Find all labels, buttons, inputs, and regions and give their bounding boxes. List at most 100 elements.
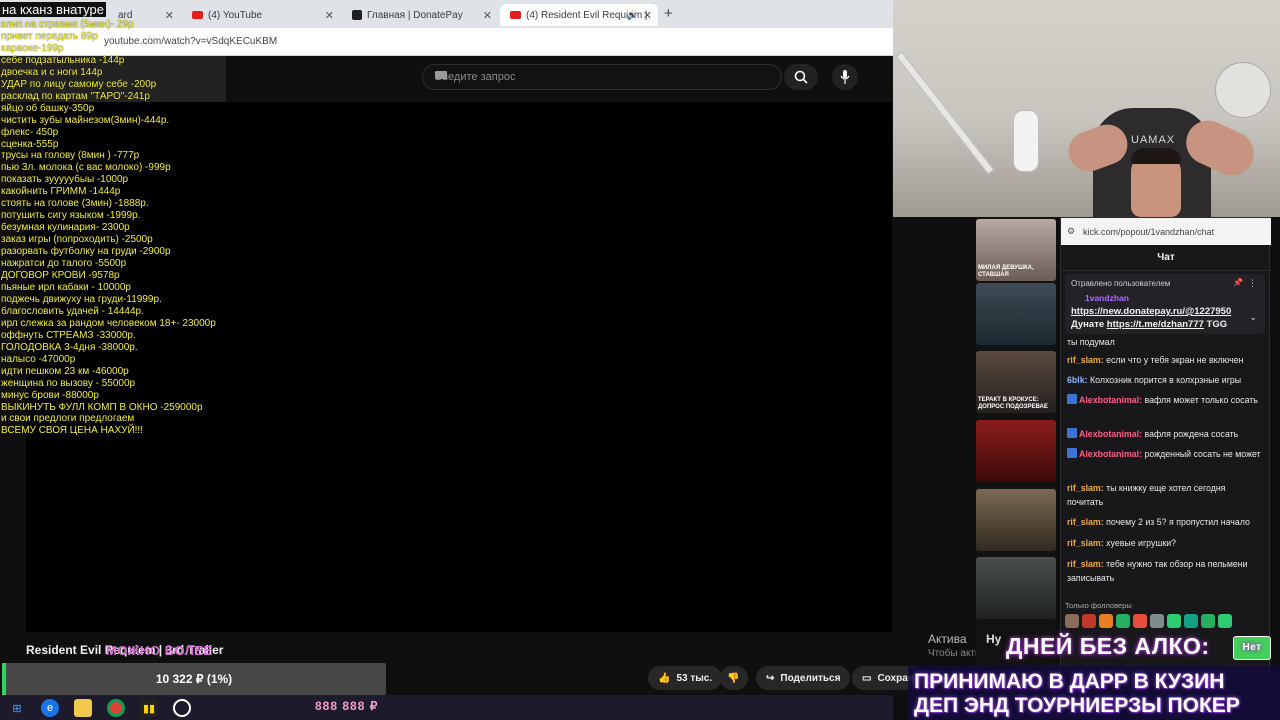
- chat-message: Alexbotanimal: вафля может только сосать: [1067, 394, 1263, 408]
- speaker-icon[interactable]: 🔊: [627, 10, 638, 21]
- emote-icon[interactable]: [1099, 614, 1113, 628]
- pinned-link[interactable]: https://new.donatepay.ru/@1227950: [1071, 306, 1231, 317]
- video-thumb[interactable]: МИЛАЯ ДЕВУШКА, СТАВШАЯ: [976, 219, 1056, 281]
- voice-search-button[interactable]: [832, 64, 858, 90]
- donation-item: разорвать футболку на груди -2900р: [1, 246, 171, 258]
- thumb-caption: ТЕРАКТ В КРОКУСЕ: ДОПРОС ПОДОЗРЕВАЕ: [978, 397, 1048, 410]
- pinned-message: Отравлено пользователем 📌 ⋮ 1vandzhan ht…: [1065, 274, 1265, 334]
- video-thumb[interactable]: [976, 489, 1056, 551]
- donation-item: двоечка и с ноги 144р: [1, 66, 103, 78]
- thumbs-down-icon: 👎: [727, 672, 740, 684]
- thumb-caption: МИЛАЯ ДЕВУШКА, СТАВШАЯ: [978, 265, 1034, 278]
- share-button[interactable]: ↪ Поделиться: [756, 666, 851, 690]
- chat-username[interactable]: Alexbotanimal:: [1079, 449, 1142, 459]
- chat-text: рожденный сосать не может: [1144, 449, 1261, 459]
- donation-item: минус брови -88000р: [1, 389, 99, 401]
- subscriber-badge-icon: [1067, 448, 1077, 458]
- chat-message: rif_slam: ты книжку еще хотел сегодня по…: [1067, 482, 1263, 509]
- close-icon[interactable]: ✕: [325, 9, 334, 22]
- donation-item: клип на стреаме (5мин)- 29р: [1, 19, 134, 30]
- donation-item: расклад по картам "ТАРО"-241р: [1, 90, 150, 102]
- donation-item: ГОЛОДОВКА 3-4дня -38000р.: [1, 341, 138, 353]
- donation-item: привет передать 89р: [1, 30, 98, 42]
- chair-brand: UAMAX: [1131, 134, 1176, 146]
- share-label: Поделиться: [780, 672, 841, 684]
- keyboard-icon[interactable]: [435, 71, 447, 79]
- subscriber-badge-icon: [1067, 394, 1077, 404]
- search-placeholder: Введите запрос: [435, 71, 516, 83]
- search-input[interactable]: Введите запрос: [422, 64, 782, 90]
- donation-item: пью 3л. молока (с вас молоко) -999р: [1, 162, 171, 174]
- search-button[interactable]: [784, 64, 818, 90]
- mic-icon: [840, 70, 850, 84]
- tab-label: (4) YouTube: [208, 9, 263, 21]
- donation-item: караоке-199р: [1, 42, 64, 54]
- emote-icon[interactable]: [1167, 614, 1181, 628]
- chat-username[interactable]: rif_slam:: [1067, 517, 1104, 527]
- pinned-label: Отравлено пользователем: [1071, 279, 1171, 288]
- chat-text: ты подумал: [1067, 337, 1115, 347]
- chat-text: хуевые игрушки?: [1106, 538, 1177, 548]
- chat-username[interactable]: rif_slam:: [1067, 538, 1104, 548]
- new-tab-icon[interactable]: +: [664, 5, 673, 22]
- emote-icon[interactable]: [1184, 614, 1198, 628]
- chat-text: вафля рождена сосать: [1144, 429, 1239, 439]
- chevron-down-icon[interactable]: ⌄: [1249, 312, 1257, 323]
- windows-start-icon[interactable]: ⊞: [8, 699, 26, 717]
- tab-resident-evil[interactable]: (4) Resident Evil Requiem | 🔊 ✕: [500, 4, 658, 26]
- goal-text: 10 322 ₽ (1%): [155, 672, 233, 686]
- dislike-button[interactable]: 👎: [720, 666, 748, 690]
- video-recommendations: МИЛАЯ ДЕВУШКА, СТАВШАЯ ТЕРАКТ В КРОКУСЕ:…: [976, 217, 1056, 680]
- overlay-caption: МОЖНО БОЛЕЕ: [106, 643, 213, 658]
- chat-username[interactable]: rif_slam:: [1067, 355, 1104, 365]
- chat-text: вафля может только сосать: [1144, 395, 1258, 405]
- donation-item: чистить зубы майнезом(3мин)-444р.: [1, 114, 170, 126]
- edge-icon[interactable]: e: [41, 699, 59, 717]
- donation-item: себе подзатыльника -144р: [1, 54, 125, 66]
- pin-icon[interactable]: 📌: [1233, 278, 1243, 287]
- emote-icon[interactable]: [1082, 614, 1096, 628]
- emote-icon[interactable]: [1218, 614, 1232, 628]
- pinned-user[interactable]: 1vandzhan: [1085, 293, 1129, 303]
- video-thumb[interactable]: ТЕРАКТ В КРОКУСЕ: ДОПРОС ПОДОЗРЕВАЕ: [976, 351, 1056, 413]
- chat-username[interactable]: Alexbotanimal:: [1079, 429, 1142, 439]
- youtube-icon: [192, 11, 203, 19]
- app-icon[interactable]: ▮▮: [140, 699, 158, 717]
- video-thumb[interactable]: [976, 283, 1056, 345]
- pinned-prefix: Дунате: [1071, 319, 1105, 330]
- site-settings-icon[interactable]: ⚙: [1067, 226, 1075, 237]
- tab-donatepay[interactable]: Главная | DonatePay ✕: [342, 4, 498, 26]
- emote-icon[interactable]: [1065, 614, 1079, 628]
- close-icon[interactable]: ✕: [483, 9, 492, 22]
- folder-icon[interactable]: [74, 699, 92, 717]
- emote-icon[interactable]: [1133, 614, 1147, 628]
- like-button[interactable]: 👍 53 тыс.: [648, 666, 723, 690]
- chat-username[interactable]: rif_slam:: [1067, 483, 1104, 493]
- emote-icon[interactable]: [1201, 614, 1215, 628]
- chat-address-bar[interactable]: ⚙ kick.com/popout/1vandzhan/chat: [1061, 218, 1271, 245]
- donation-item: женщина по вызову - 55000р: [1, 377, 136, 389]
- donation-item: оффнуть СТРЕАМЗ -33000р.: [1, 329, 136, 341]
- close-icon[interactable]: ✕: [643, 9, 652, 22]
- chat-username[interactable]: Alexbotanimal:: [1079, 395, 1142, 405]
- donatepay-icon: [352, 10, 362, 20]
- bison-decoration: [1215, 62, 1271, 118]
- chat-username[interactable]: rif_slam:: [1067, 559, 1104, 569]
- donation-item: сценка-555р: [1, 138, 59, 150]
- chat-username[interactable]: 6blk:: [1067, 375, 1088, 385]
- chrome-icon[interactable]: [107, 699, 125, 717]
- ticker-line-2: ДЕП ЭНД ТОУРНИЕРЗЫ ПОКЕР: [914, 694, 1240, 717]
- emote-icon[interactable]: [1116, 614, 1130, 628]
- activate-windows-sub: Чтобы акти: [928, 648, 981, 659]
- emote-bar: [1065, 614, 1232, 628]
- video-thumb[interactable]: [976, 420, 1056, 482]
- streamer-hair: [1131, 148, 1181, 164]
- more-options-icon[interactable]: ⋮: [1248, 278, 1257, 289]
- pinned-link[interactable]: https://t.me/dzhan777: [1107, 319, 1204, 330]
- taskbar: ⊞ e ▮▮: [0, 695, 893, 720]
- followers-only-label: Только фолловеры: [1065, 601, 1132, 610]
- emote-icon[interactable]: [1150, 614, 1164, 628]
- obs-icon[interactable]: [173, 699, 191, 717]
- donation-item: УДАР по лицу самому себе -200р: [1, 78, 157, 90]
- video-thumb[interactable]: [976, 557, 1056, 619]
